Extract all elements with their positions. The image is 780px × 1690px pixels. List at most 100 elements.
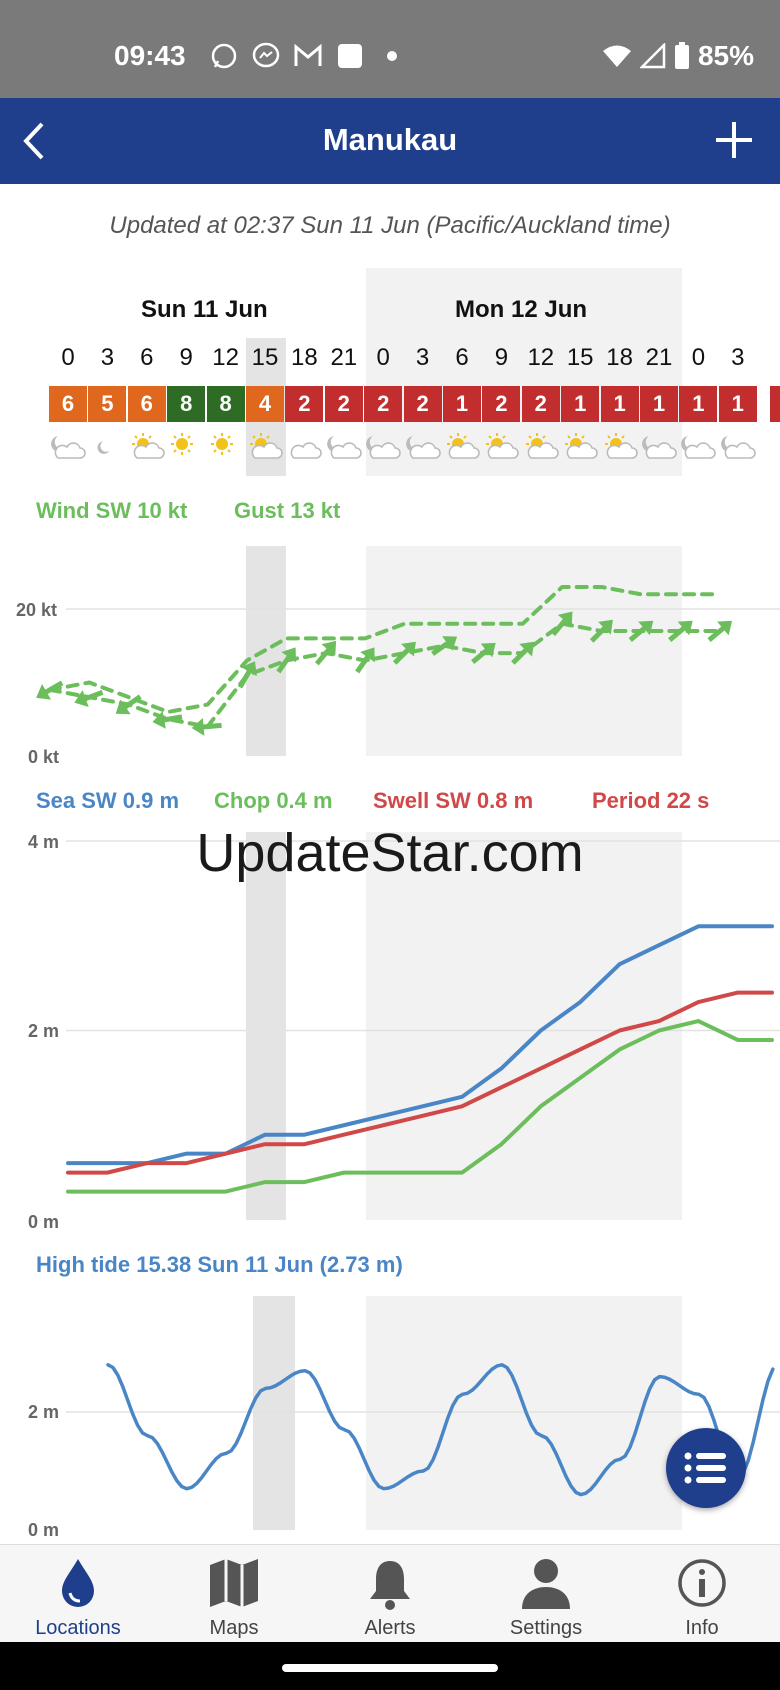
moon-icon [87,432,127,462]
sun-icon [166,432,206,462]
nav-info[interactable]: Info [624,1545,780,1643]
gmail-icon [292,40,324,72]
battery-icon [674,42,689,69]
hour-label: 12 [527,344,555,371]
system-nav-bar [0,1642,780,1690]
nav-label-alerts: Alerts [364,1617,416,1639]
sun-cloud-icon [245,432,285,462]
nav-locations[interactable]: Locations [0,1545,156,1643]
sea-label: Sea SW 0.9 m [36,788,180,813]
nav-label-locations: Locations [35,1617,121,1639]
signal-icon [639,43,666,69]
moon-cloud-icon [639,432,679,462]
wind-arrow-point [431,636,458,656]
wind-arrow-point [191,717,222,736]
hour-label: 3 [731,344,745,371]
rating-cell[interactable]: 2 [364,386,403,422]
nav-label-maps: Maps [209,1617,259,1639]
hour-label: 0 [691,344,706,371]
tide-label: High tide 15.38 Sun 11 Jun (2.73 m) [36,1252,403,1277]
location-title: Manukau [322,122,458,157]
hour-label: 21 [330,344,358,371]
hour-label: 12 [212,344,239,371]
tide-chart [66,1363,780,1497]
rating-cell[interactable]: 2 [521,386,560,422]
info-icon [678,1559,726,1607]
hour-label: 15 [251,344,279,371]
nav-settings[interactable]: Settings [468,1545,624,1643]
hour-label: 9 [494,344,509,371]
battery-level: 85% [697,40,754,71]
sun-cloud-icon [521,432,561,462]
moon-cloud-icon [48,432,88,462]
app-icon [334,40,366,72]
rating-cell[interactable]: 8 [206,386,245,422]
moon-cloud-icon [363,432,403,462]
hour-label: 18 [291,344,318,371]
hour-label: 15 [566,344,594,371]
nav-alerts[interactable]: Alerts [312,1545,468,1643]
nav-label-settings: Settings [509,1617,583,1639]
wind-arrow-point [36,680,64,700]
sea-series-line [66,924,774,1166]
wifi-icon [602,45,631,67]
notification-icons [208,40,408,72]
rating-cell[interactable]: 1 [561,386,600,422]
sun-cloud-icon [560,432,600,462]
hour-label: 0 [61,344,75,371]
wind-chart [36,584,780,736]
rating-cell[interactable]: 2 [482,386,521,422]
list-fab[interactable] [666,1428,746,1508]
rating-cell[interactable]: 1 [640,386,678,422]
rating-cell[interactable]: 1 [443,386,481,422]
nav-label-info: Info [685,1617,719,1639]
sun-icon [206,432,246,462]
rating-cell[interactable]: 1 [679,386,718,422]
day-label-sun: Sun 11 Jun [141,296,268,323]
rating-cell[interactable]: 2 [403,386,442,422]
whatsapp-icon [208,40,240,72]
status-bar: 09:43 85% [0,0,780,98]
swell-label: Swell SW 0.8 m [373,788,534,813]
hour-label: 3 [415,344,430,371]
rating-cell[interactable]: 2 [285,386,324,422]
swell-series-line [66,990,774,1175]
dot-icon [376,40,408,72]
sun-cloud-icon [442,432,482,462]
drop-icon [62,1559,94,1607]
sun-cloud-icon [481,432,521,462]
wind-arrow-point [115,694,142,715]
hour-label: 6 [140,344,154,371]
rating-cell-partial [770,386,780,422]
rating-cell[interactable]: 6 [127,386,166,422]
sun-cloud-icon [600,432,640,462]
rating-cell[interactable]: 1 [718,386,757,422]
updated-timestamp: Updated at 02:37 Sun 11 Jun (Pacific/Auc… [109,212,671,239]
sun-cloud-icon [127,432,167,462]
rating-cell[interactable]: 6 [49,386,87,422]
watermark-text: UpdateStar.com [196,823,584,883]
person-icon [522,1559,570,1609]
wind-arrow-point [74,690,104,708]
moon-cloud-icon [403,432,443,462]
rating-cell[interactable]: 5 [88,386,127,422]
hour-label: 9 [179,344,193,371]
bell-icon [370,1561,410,1610]
bottom-nav: Locations Maps Alerts Settings Info [0,1544,780,1643]
moon-cloud-icon [324,432,364,462]
hour-label: 21 [645,344,673,371]
hour-label: 18 [606,344,633,371]
rating-cell[interactable]: 2 [324,386,363,422]
app-bar: Manukau [0,98,780,184]
moon-cloud-icon [678,432,718,462]
gust-label: Gust 13 kt [234,498,341,523]
home-indicator[interactable] [282,1664,498,1672]
rating-cell[interactable]: 8 [167,386,206,422]
add-icon[interactable] [714,120,754,160]
list-icon [684,1452,726,1484]
rating-cell[interactable]: 1 [600,386,639,422]
nav-maps[interactable]: Maps [156,1545,312,1643]
messenger-icon [250,40,282,72]
hour-label: 3 [100,344,115,371]
rating-cell[interactable]: 4 [246,386,284,422]
